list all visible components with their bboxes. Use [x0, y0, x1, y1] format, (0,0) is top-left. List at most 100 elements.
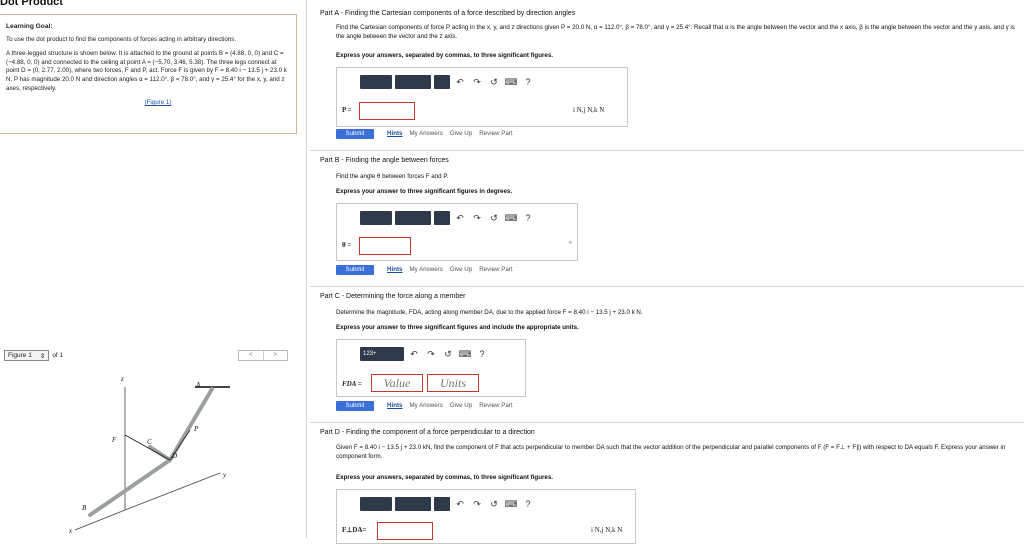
part-b-hints-link[interactable]: Hints — [387, 266, 402, 273]
part-a-toolbar: ↶ ↷ ↺ ⌨ ? — [360, 75, 535, 89]
part-b-review-link[interactable]: Review Part — [479, 266, 512, 273]
undo-icon[interactable]: ↶ — [407, 349, 421, 360]
figure-link[interactable]: (Figure 1) — [6, 99, 290, 108]
part-c-title: Part C - Determining the force along a m… — [320, 293, 466, 300]
part-b-give-up-link[interactable]: Give Up — [450, 266, 472, 273]
part-a-submit-button[interactable]: Submit — [336, 129, 374, 139]
part-d-prompt: Given F = 8.40 i − 13.5 j + 23.0 kN, fin… — [336, 444, 1006, 460]
part-a-prompt: Find the Cartesian components of force P… — [336, 24, 1015, 40]
redo-icon[interactable]: ↷ — [470, 77, 484, 88]
reset-icon[interactable]: ↺ — [487, 499, 501, 510]
leg-db — [88, 458, 172, 517]
part-c-instruction: Express your answer to three significant… — [336, 324, 579, 331]
figure-select-label: Figure 1 — [8, 352, 32, 359]
part-b-units: ° — [569, 240, 572, 248]
label-p: P — [193, 425, 199, 433]
learning-goal-text: To use the dot product to find the compo… — [6, 35, 237, 43]
redo-icon[interactable]: ↷ — [424, 349, 438, 360]
part-c-hints-link[interactable]: Hints — [387, 402, 402, 409]
part-d-var: F⊥DA= — [342, 526, 367, 534]
label-c: C — [147, 438, 152, 446]
part-a-my-answers-link[interactable]: My Answers — [409, 130, 442, 137]
label-y: y — [222, 471, 227, 479]
part-b-submit-button[interactable]: Submit — [336, 265, 374, 275]
problem-statement: A three-legged structure is shown below.… — [6, 50, 287, 92]
part-b-answer-box: ↶ ↷ ↺ ⌨ ? θ = ° — [336, 203, 578, 261]
part-a-review-link[interactable]: Review Part — [479, 130, 512, 137]
structure-figure: z A P F C D B x y — [68, 375, 230, 535]
redo-icon[interactable]: ↷ — [470, 499, 484, 510]
reset-icon[interactable]: ↺ — [487, 213, 501, 224]
part-a-instruction: Express your answers, separated by comma… — [336, 52, 553, 59]
part-d-units: i N,j N,k N — [591, 526, 623, 534]
part-a-links: Hints My Answers Give Up Review Part — [387, 130, 513, 137]
part-a-title: Part A - Finding the Cartesian component… — [320, 10, 576, 17]
figure-prev-button[interactable]: < — [239, 351, 264, 360]
keyboard-icon[interactable]: ⌨ — [458, 349, 472, 360]
part-c-units-input[interactable] — [427, 374, 479, 392]
vector-icon[interactable] — [395, 497, 431, 511]
part-b-title: Part B - Finding the angle between force… — [320, 157, 449, 164]
undo-icon[interactable]: ↶ — [453, 77, 467, 88]
figure-select[interactable]: Figure 1 ⇕ — [4, 350, 50, 361]
redo-icon[interactable]: ↷ — [470, 213, 484, 224]
greek-icon[interactable] — [434, 75, 450, 89]
help-icon[interactable]: ? — [521, 213, 535, 223]
part-d-input[interactable] — [377, 522, 433, 540]
greek-icon[interactable] — [434, 497, 450, 511]
vector-icon[interactable] — [395, 211, 431, 225]
part-b-input[interactable] — [359, 237, 411, 255]
template-icon[interactable] — [360, 497, 392, 511]
part-c-answer-box: 123+ ↶ ↷ ↺ ⌨ ? FDA = — [336, 339, 526, 397]
template-icon[interactable] — [360, 75, 392, 89]
keyboard-icon[interactable]: ⌨ — [504, 499, 518, 510]
part-a-input[interactable] — [359, 102, 415, 120]
keypad-button[interactable]: 123+ — [360, 347, 404, 361]
label-f: F — [111, 436, 117, 444]
part-a-give-up-link[interactable]: Give Up — [450, 130, 472, 137]
part-a-units: i N,j N,k N — [573, 106, 605, 114]
part-divider — [310, 286, 1024, 287]
part-b-my-answers-link[interactable]: My Answers — [409, 266, 442, 273]
keyboard-icon[interactable]: ⌨ — [504, 77, 518, 88]
part-c-value-input[interactable] — [371, 374, 423, 392]
part-d-instruction: Express your answers, separated by comma… — [336, 474, 553, 481]
part-c-review-link[interactable]: Review Part — [479, 402, 512, 409]
help-icon[interactable]: ? — [521, 77, 535, 87]
part-a-var: P = — [342, 106, 352, 114]
part-d-title: Part D - Finding the component of a forc… — [320, 429, 535, 436]
label-x: x — [68, 527, 73, 535]
undo-icon[interactable]: ↶ — [453, 213, 467, 224]
part-b-var: θ = — [342, 241, 352, 249]
figure-pager: < > — [238, 350, 288, 361]
part-b-instruction: Express your answer to three significant… — [336, 188, 513, 195]
part-a-hints-link[interactable]: Hints — [387, 130, 402, 137]
part-c-prompt: Determine the magnitude, FDA, acting alo… — [336, 309, 643, 316]
figure-nav: Figure 1 ⇕ of 1 — [4, 350, 63, 361]
updown-icon: ⇕ — [39, 352, 46, 360]
template-icon[interactable] — [360, 211, 392, 225]
reset-icon[interactable]: ↺ — [441, 349, 455, 360]
part-b-prompt: Find the angle θ between forces F and P. — [336, 173, 449, 180]
part-divider — [310, 150, 1024, 151]
help-icon[interactable]: ? — [475, 349, 489, 359]
help-icon[interactable]: ? — [521, 499, 535, 509]
figure-count: of 1 — [52, 352, 64, 359]
part-c-my-answers-link[interactable]: My Answers — [409, 402, 442, 409]
keyboard-icon[interactable]: ⌨ — [504, 213, 518, 224]
part-b-toolbar: ↶ ↷ ↺ ⌨ ? — [360, 211, 535, 225]
reset-icon[interactable]: ↺ — [487, 77, 501, 88]
part-c-submit-button[interactable]: Submit — [336, 401, 374, 411]
label-z: z — [120, 375, 124, 383]
undo-icon[interactable]: ↶ — [453, 499, 467, 510]
label-b: B — [82, 504, 87, 512]
part-c-give-up-link[interactable]: Give Up — [450, 402, 472, 409]
vector-icon[interactable] — [395, 75, 431, 89]
x-axis — [74, 509, 126, 531]
learning-goal-panel: Learning Goal: To use the dot product to… — [0, 14, 297, 134]
part-c-links: Hints My Answers Give Up Review Part — [387, 402, 513, 409]
figure-next-button[interactable]: > — [264, 351, 288, 360]
part-a-answer-box: ↶ ↷ ↺ ⌨ ? P = i N,j N,k N — [336, 67, 628, 127]
greek-icon[interactable] — [434, 211, 450, 225]
part-c-toolbar: 123+ ↶ ↷ ↺ ⌨ ? — [360, 347, 489, 361]
